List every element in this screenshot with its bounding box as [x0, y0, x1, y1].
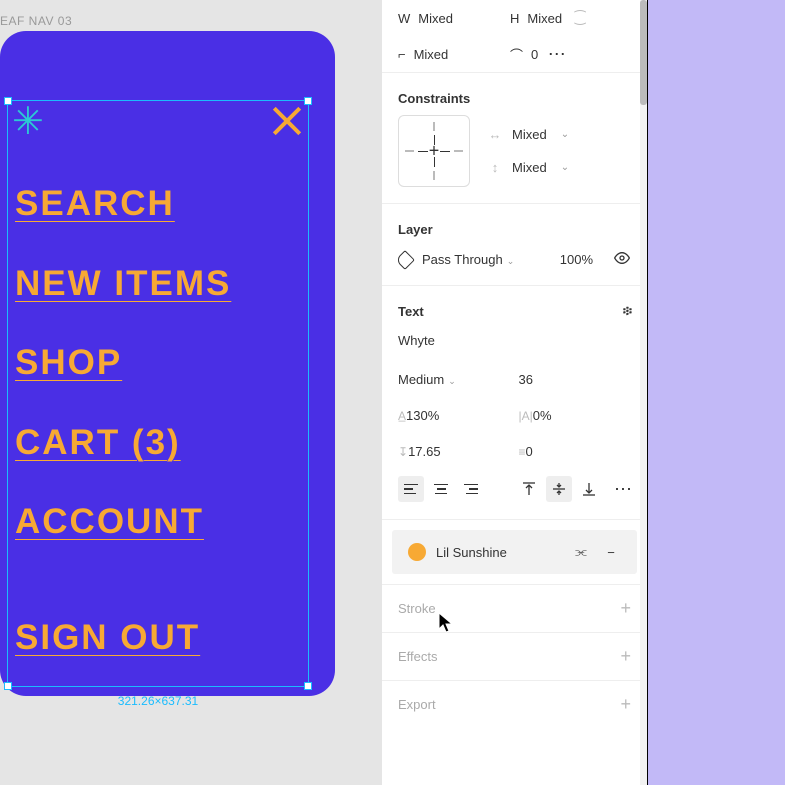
- eye-icon[interactable]: [613, 250, 631, 269]
- chevron-down-icon: ⌄: [448, 376, 456, 386]
- constraints-title: Constraints: [398, 91, 470, 106]
- chevron-down-icon: ⌄: [561, 129, 569, 140]
- font-family-dropdown[interactable]: Whyte: [398, 333, 631, 348]
- selection-dimensions: 321.26×637.31: [118, 694, 198, 708]
- letter-spacing-input[interactable]: 0%: [533, 408, 552, 423]
- fill-swatch[interactable]: [408, 543, 426, 561]
- text-align-group: [398, 476, 484, 502]
- blend-teardrop-icon: [395, 250, 415, 270]
- more-dims-icon[interactable]: ⋯: [546, 44, 566, 65]
- resize-handle[interactable]: [304, 682, 312, 690]
- add-stroke-icon[interactable]: +: [620, 598, 631, 619]
- constraints-section: Constraints + ↔ Mixed ⌄ ↕ Mixed ⌄: [382, 72, 647, 203]
- align-bottom-button[interactable]: [576, 476, 602, 502]
- dimensions-row-wh: W Mixed H Mixed ⁐: [382, 0, 647, 36]
- fill-style-name: Lil Sunshine: [436, 545, 561, 560]
- layer-title: Layer: [398, 222, 433, 237]
- stroke-section[interactable]: Stroke +: [382, 584, 647, 632]
- effects-title: Effects: [398, 649, 438, 664]
- constraint-h-dropdown[interactable]: ↔ Mixed ⌄: [488, 127, 569, 142]
- chevron-down-icon: ⌄: [507, 256, 515, 266]
- height-value[interactable]: Mixed: [527, 11, 562, 26]
- rotation-icon: ⌐: [398, 47, 406, 62]
- resize-handle[interactable]: [304, 97, 312, 105]
- indent-input[interactable]: 0: [526, 444, 533, 459]
- effects-section[interactable]: Effects +: [382, 632, 647, 680]
- v-arrow-icon: ↕: [488, 160, 502, 175]
- scrollbar-track[interactable]: [640, 0, 647, 785]
- add-effects-icon[interactable]: +: [620, 646, 631, 667]
- line-height-input[interactable]: 130%: [406, 408, 439, 423]
- link-dims-icon[interactable]: ⁐: [570, 10, 590, 26]
- align-center-button[interactable]: [428, 476, 454, 502]
- resize-handle[interactable]: [4, 682, 12, 690]
- height-label: H: [510, 11, 519, 26]
- align-middle-button[interactable]: [546, 476, 572, 502]
- vertical-align-group: [516, 476, 602, 502]
- width-value[interactable]: Mixed: [418, 11, 453, 26]
- text-section: Text ፨ Whyte Medium⌄ 36 A̲130% |A|0% ↧17…: [382, 285, 647, 519]
- blend-mode-dropdown[interactable]: Pass Through⌄: [422, 252, 550, 267]
- paragraph-spacing-input[interactable]: 17.65: [408, 444, 441, 459]
- paragraph-spacing-icon: ↧: [398, 445, 408, 459]
- align-top-button[interactable]: [516, 476, 542, 502]
- rotation-value[interactable]: Mixed: [414, 47, 449, 62]
- text-title: Text: [398, 304, 424, 319]
- constraints-widget[interactable]: +: [398, 115, 470, 187]
- indent-icon: ≡: [519, 445, 526, 459]
- properties-panel: W Mixed H Mixed ⁐ ⌐ Mixed ⌒ 0 ⋯ Constrai…: [381, 0, 647, 785]
- align-left-button[interactable]: [398, 476, 424, 502]
- add-export-icon[interactable]: +: [620, 694, 631, 715]
- width-label: W: [398, 11, 410, 26]
- resize-handle[interactable]: [4, 97, 12, 105]
- detach-style-icon[interactable]: ⫘: [571, 544, 591, 560]
- align-right-button[interactable]: [458, 476, 484, 502]
- radius-value[interactable]: 0: [531, 47, 538, 62]
- canvas-area[interactable]: EAF NAV 03 ✳ SEARCH NEW ITEMS SHOP CART …: [0, 0, 381, 785]
- right-canvas-strip[interactable]: [647, 0, 785, 785]
- font-size-input[interactable]: 36: [519, 372, 632, 387]
- constraint-v-dropdown[interactable]: ↕ Mixed ⌄: [488, 160, 569, 175]
- text-type-icon[interactable]: ፨: [623, 303, 631, 319]
- line-height-icon: A̲: [398, 409, 406, 423]
- scrollbar-thumb[interactable]: [640, 0, 647, 105]
- selection-outline[interactable]: 321.26×637.31: [7, 100, 309, 687]
- stroke-title: Stroke: [398, 601, 436, 616]
- h-arrow-icon: ↔: [488, 127, 502, 142]
- radius-icon: ⌒: [510, 45, 523, 64]
- export-title: Export: [398, 697, 436, 712]
- export-section[interactable]: Export +: [382, 680, 647, 728]
- opacity-value[interactable]: 100%: [560, 252, 593, 267]
- text-more-button[interactable]: ⋯: [614, 479, 631, 500]
- nav-frame[interactable]: ✳ SEARCH NEW ITEMS SHOP CART (3) ACCOUNT…: [0, 31, 335, 696]
- letter-spacing-icon: |A|: [519, 409, 533, 423]
- remove-fill-icon[interactable]: −: [601, 545, 621, 560]
- fill-section: Lil Sunshine ⫘ −: [382, 519, 647, 584]
- dimensions-row-rot: ⌐ Mixed ⌒ 0 ⋯: [382, 36, 647, 72]
- layer-section: Layer Pass Through⌄ 100%: [382, 203, 647, 285]
- fill-style-row[interactable]: Lil Sunshine ⫘ −: [392, 530, 637, 574]
- chevron-down-icon: ⌄: [561, 162, 569, 173]
- font-weight-dropdown[interactable]: Medium⌄: [398, 372, 511, 387]
- frame-label: EAF NAV 03: [0, 14, 72, 28]
